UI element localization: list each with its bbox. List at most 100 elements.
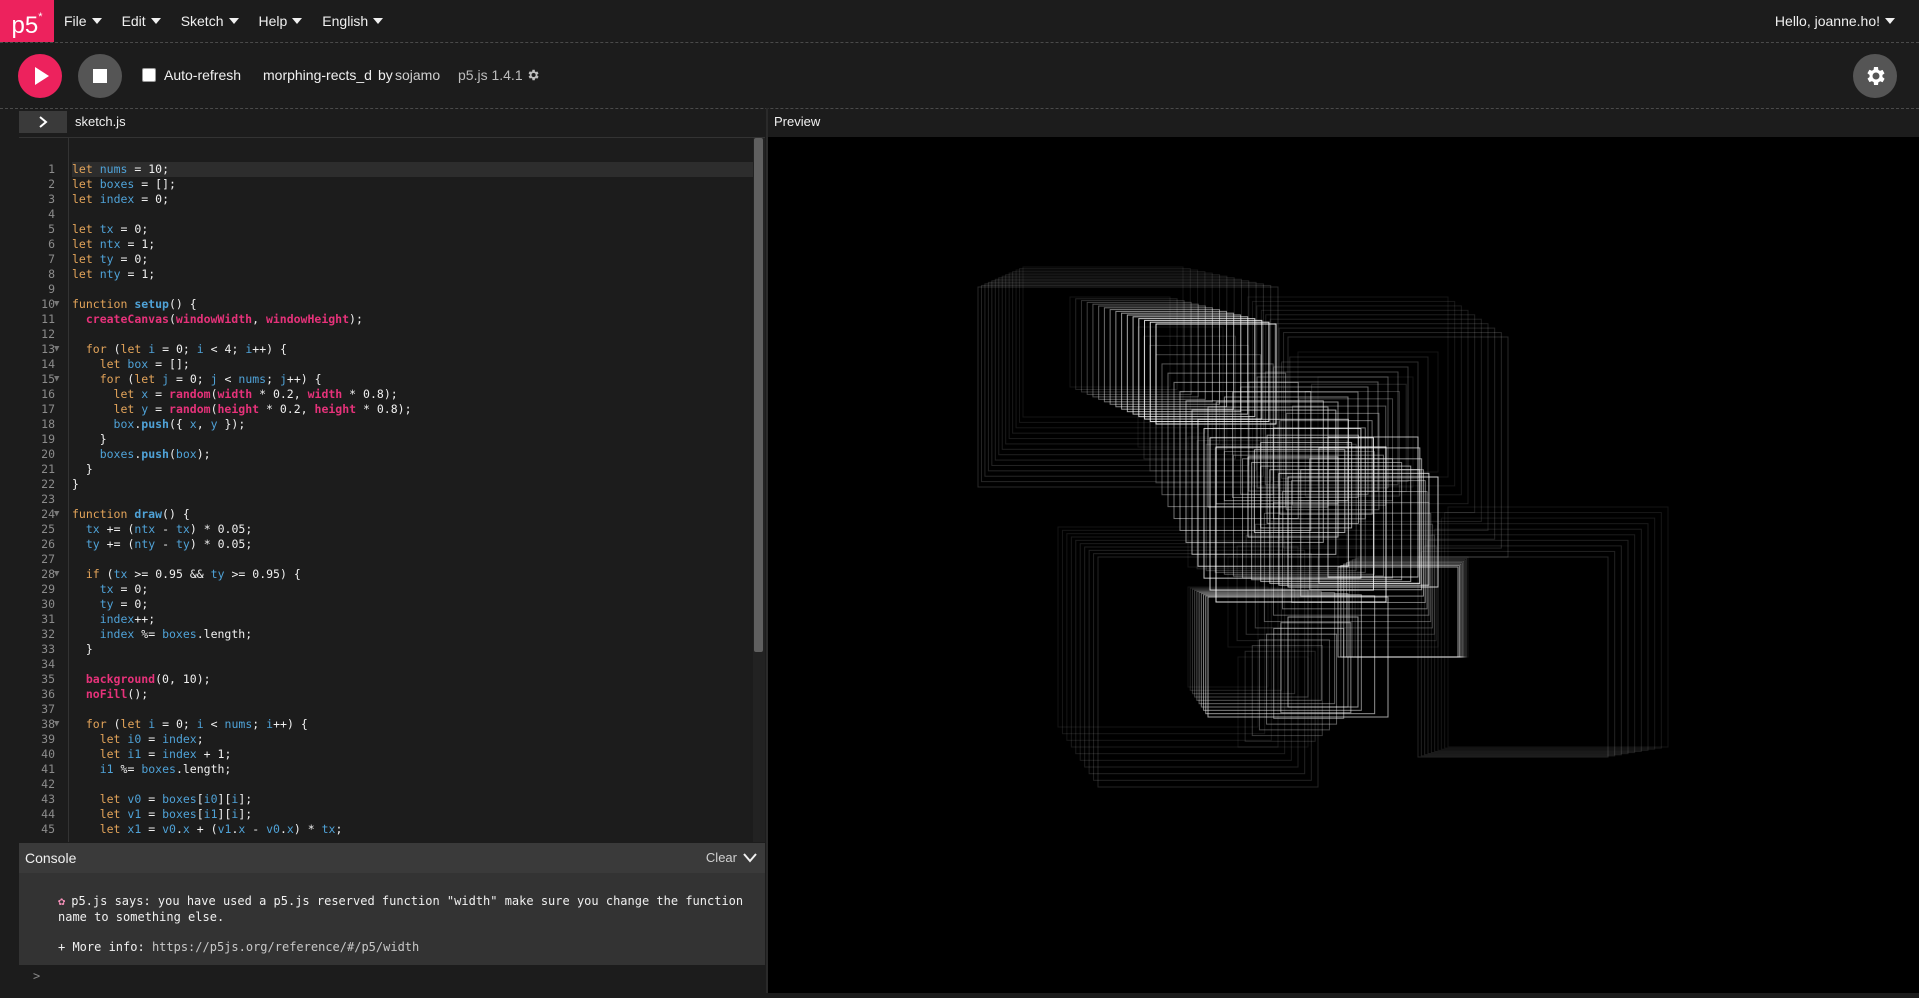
line-number: 1 xyxy=(48,162,55,176)
preview-label: Preview xyxy=(774,114,821,129)
line-number: 24 xyxy=(41,507,55,521)
line-number: 17 xyxy=(41,402,55,416)
code-line[interactable]: 23 xyxy=(41,492,765,507)
code-line[interactable]: 18 box.push({ x, y }); xyxy=(41,417,765,432)
fold-arrow-icon[interactable]: ▼ xyxy=(54,567,59,582)
line-number: 39 xyxy=(41,732,55,746)
code-line[interactable]: 12 xyxy=(41,327,765,342)
menu-bar: File Edit Sketch Help English xyxy=(64,0,403,42)
line-number: 12 xyxy=(41,327,55,341)
line-number: 22 xyxy=(41,477,55,491)
code-line[interactable]: 36 noFill(); xyxy=(41,687,765,702)
code-line[interactable]: 22} xyxy=(41,477,765,492)
code-line[interactable]: 8 let nty = 1; xyxy=(48,267,765,282)
code-line[interactable]: 41 i1 %= boxes.length; xyxy=(41,762,765,777)
console-clear-button[interactable]: Clear xyxy=(706,850,737,865)
code-line[interactable]: 2 let boxes = []; xyxy=(48,177,765,192)
auto-refresh-checkbox[interactable] xyxy=(142,68,156,82)
auto-refresh-toggle[interactable]: Auto-refresh xyxy=(142,67,241,83)
code-line[interactable]: 9 xyxy=(48,282,765,297)
line-number: 43 xyxy=(41,792,55,806)
line-number: 37 xyxy=(41,702,55,716)
console-input[interactable]: > xyxy=(19,965,765,993)
editor-scrollbar[interactable] xyxy=(753,138,765,842)
line-number: 41 xyxy=(41,762,55,776)
code-line[interactable]: 19 } xyxy=(41,432,765,447)
menu-sketch[interactable]: Sketch xyxy=(181,0,239,42)
fold-arrow-icon[interactable]: ▼ xyxy=(54,342,59,357)
code-line[interactable]: 34 xyxy=(41,657,765,672)
code-line[interactable]: 10 ▼ function setup() { xyxy=(41,297,765,312)
code-line[interactable]: 16 let x = random(width * 0.2, width * 0… xyxy=(41,387,765,402)
menu-help[interactable]: Help xyxy=(259,0,303,42)
code-line[interactable]: 30 ty = 0; xyxy=(41,597,765,612)
code-line[interactable]: 20 boxes.push(box); xyxy=(41,447,765,462)
menu-file[interactable]: File xyxy=(64,0,102,42)
stop-button[interactable] xyxy=(78,54,122,98)
menu-edit[interactable]: Edit xyxy=(122,0,161,42)
code-line[interactable]: 15 ▼ for (let j = 0; j < nums; j++) { xyxy=(41,372,765,387)
code-line[interactable]: 35 background(0, 10); xyxy=(41,672,765,687)
code-line[interactable]: 40 let i1 = index + 1; xyxy=(41,747,765,762)
code-line[interactable]: 45 let x1 = v0.x + (v1.x - v0.x) * tx; xyxy=(41,822,765,837)
by-label: by xyxy=(378,67,393,83)
line-number: 19 xyxy=(41,432,55,446)
code-line[interactable]: 26 ty += (nty - ty) * 0.05; xyxy=(41,537,765,552)
p5-logo[interactable]: p5* xyxy=(0,0,54,42)
flower-icon: ✿ xyxy=(58,894,66,908)
menu-language[interactable]: English xyxy=(322,0,384,42)
code-line[interactable]: 1 let nums = 10; xyxy=(48,162,765,177)
code-line[interactable]: 39 let i0 = index; xyxy=(41,732,765,747)
sidebar-toggle-button[interactable] xyxy=(19,111,67,133)
code-line[interactable]: 21 } xyxy=(41,462,765,477)
code-line[interactable]: 44 let v1 = boxes[i1][i]; xyxy=(41,807,765,822)
settings-button[interactable] xyxy=(1853,54,1897,98)
line-number: 7 xyxy=(48,252,55,266)
sketch-name[interactable]: morphing-rects_d xyxy=(263,67,372,83)
code-line[interactable]: 25 tx += (ntx - tx) * 0.05; xyxy=(41,522,765,537)
code-line[interactable]: 42 xyxy=(41,777,765,792)
fold-arrow-icon[interactable]: ▼ xyxy=(54,297,59,312)
author-link[interactable]: sojamo xyxy=(395,67,440,83)
code-line[interactable]: 7 let ty = 0; xyxy=(48,252,765,267)
console-more-info: + More info: https://p5js.org/reference/… xyxy=(58,940,420,954)
line-number: 14 xyxy=(41,357,55,371)
code-line[interactable]: 6 let ntx = 1; xyxy=(48,237,765,252)
code-line[interactable]: 38 ▼ for (let i = 0; i < nums; i++) { xyxy=(41,717,765,732)
file-tab[interactable]: sketch.js xyxy=(75,114,126,129)
version-settings[interactable]: p5.js 1.4.1 xyxy=(458,67,540,83)
code-line[interactable]: 32 index %= boxes.length; xyxy=(41,627,765,642)
line-number: 3 xyxy=(48,192,55,206)
code-line[interactable]: 31 index++; xyxy=(41,612,765,627)
line-number: 40 xyxy=(41,747,55,761)
code-line[interactable]: 43 let v0 = boxes[i0][i]; xyxy=(41,792,765,807)
code-line[interactable]: 11 createCanvas(windowWidth, windowHeigh… xyxy=(41,312,765,327)
code-line[interactable]: 24 ▼ function draw() { xyxy=(41,507,765,522)
chevron-down-icon[interactable] xyxy=(743,852,757,864)
editor-scroll-thumb[interactable] xyxy=(754,138,763,652)
code-line[interactable]: 33 } xyxy=(41,642,765,657)
code-line[interactable]: 29 tx = 0; xyxy=(41,582,765,597)
code-editor[interactable]: 1 let nums = 10; 2 let boxes = []; 3 let inde… xyxy=(19,137,765,842)
line-number: 6 xyxy=(48,237,55,251)
code-line[interactable]: 13 ▼ for (let i = 0; i < 4; i++) { xyxy=(41,342,765,357)
code-line[interactable]: 14 let box = []; xyxy=(41,357,765,372)
fold-arrow-icon[interactable]: ▼ xyxy=(54,507,59,522)
play-button[interactable] xyxy=(18,54,62,98)
fold-arrow-icon[interactable]: ▼ xyxy=(54,372,59,387)
code-area[interactable]: 1 let nums = 10; 2 let boxes = []; 3 let inde… xyxy=(41,138,765,842)
code-line[interactable]: 4 xyxy=(48,207,765,222)
code-line[interactable]: 3 let index = 0; xyxy=(48,192,765,207)
code-line[interactable]: 28 ▼ if (tx >= 0.95 && ty >= 0.95) { xyxy=(41,567,765,582)
user-menu[interactable]: Hello, joanne.ho! xyxy=(1775,0,1895,42)
code-line[interactable]: 37 xyxy=(41,702,765,717)
fold-arrow-icon[interactable]: ▼ xyxy=(54,717,59,732)
preview-canvas[interactable] xyxy=(768,137,1919,993)
prompt-chevron-icon: > xyxy=(33,969,41,983)
line-number: 30 xyxy=(41,597,55,611)
code-line[interactable]: 27 xyxy=(41,552,765,567)
more-info-link[interactable]: https://p5js.org/reference/#/p5/width xyxy=(152,940,419,954)
code-line[interactable]: 17 let y = random(height * 0.2, height *… xyxy=(41,402,765,417)
code-line[interactable]: 5 let tx = 0; xyxy=(48,222,765,237)
line-number: 44 xyxy=(41,807,55,821)
